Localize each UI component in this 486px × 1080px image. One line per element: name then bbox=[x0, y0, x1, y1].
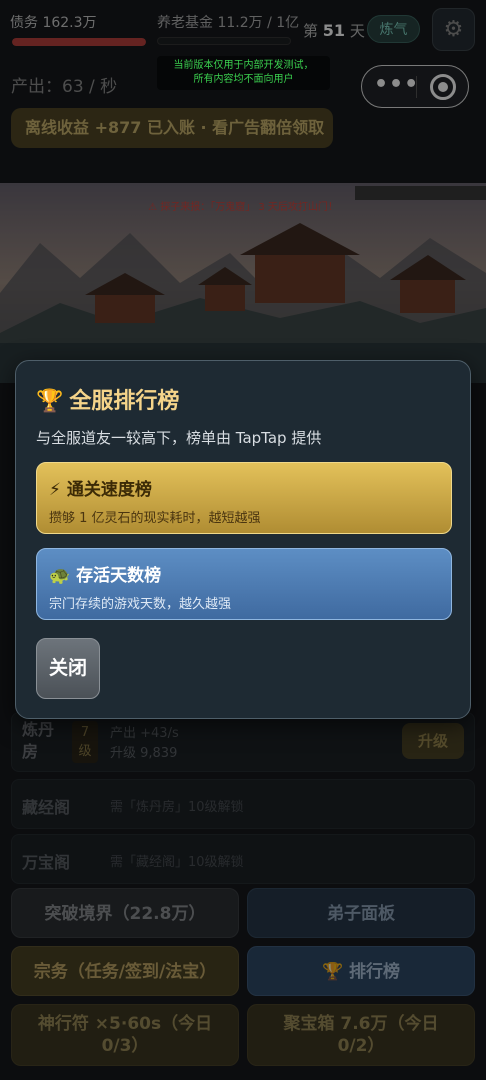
survival-leaderboard-card[interactable]: 🐢 存活天数榜 宗门存续的游戏天数，越久越强 bbox=[36, 548, 452, 620]
trophy-icon: 🏆 bbox=[36, 389, 64, 414]
modal-description: 与全服道友一较高下，榜单由 TapTap 提供 bbox=[36, 429, 322, 447]
game-screen: 债务 162.3万 养老基金 11.2万 / 1亿 第 51 天 炼气 ⚙ ••… bbox=[0, 0, 486, 1080]
turtle-icon: 🐢 bbox=[49, 566, 71, 586]
modal-title: 🏆 全服排行榜 bbox=[36, 389, 180, 414]
card-subtitle: 宗门存续的游戏天数，越久越强 bbox=[49, 597, 232, 612]
speed-leaderboard-card[interactable]: ⚡ 通关速度榜 攒够 1 亿灵石的现实耗时，越短越强 bbox=[36, 462, 452, 534]
dev-build-notice: 当前版本仅用于内部开发测试， 所有内容均不面向用户 bbox=[157, 56, 330, 90]
lightning-icon: ⚡ bbox=[49, 480, 61, 500]
card-subtitle: 攒够 1 亿灵石的现实耗时，越短越强 bbox=[49, 511, 261, 526]
leaderboard-modal: 🏆 全服排行榜 与全服道友一较高下，榜单由 TapTap 提供 ⚡ 通关速度榜 攒… bbox=[15, 360, 471, 719]
card-title: 🐢 存活天数榜 bbox=[49, 566, 162, 586]
close-button[interactable]: 关闭 bbox=[36, 638, 100, 699]
card-title: ⚡ 通关速度榜 bbox=[49, 480, 152, 500]
